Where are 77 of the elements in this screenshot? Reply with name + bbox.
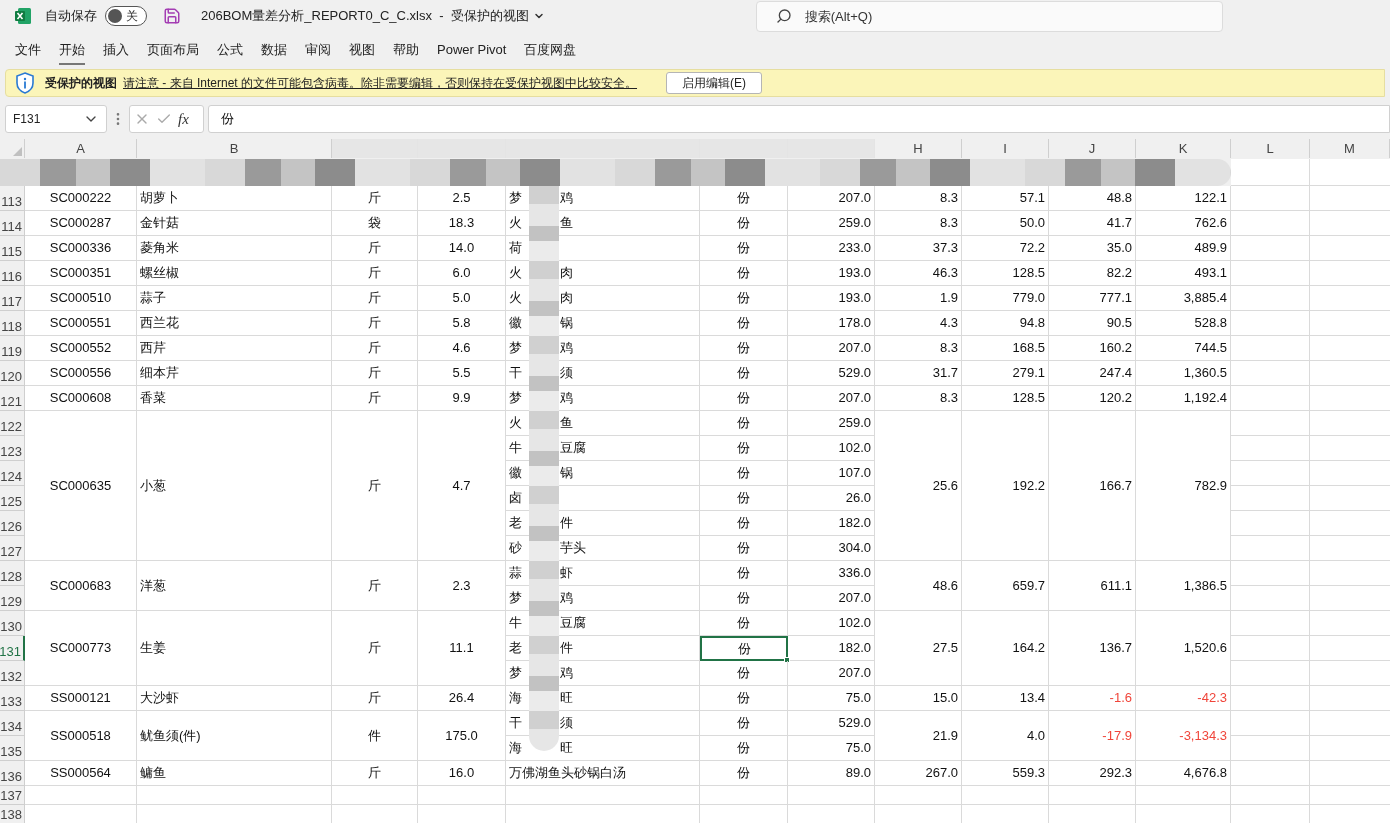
row-header: 116 (0, 261, 25, 286)
row-header: 126 (0, 511, 25, 536)
row-header: 114 (0, 211, 25, 236)
table-cell: 份 (700, 636, 788, 661)
ribbon-tab[interactable]: 百度网盘 (524, 40, 577, 65)
info-shield-icon (15, 72, 35, 94)
row-header: 131 (0, 636, 25, 661)
column-header[interactable]: A (25, 139, 137, 158)
table-cell: 26.0 (788, 486, 875, 511)
row-header: 137 (0, 786, 25, 805)
table-cell: 份 (700, 486, 788, 511)
ribbon-tab[interactable]: 插入 (103, 40, 129, 65)
table-cell: 102.0 (788, 611, 875, 636)
table-cell: 份 (700, 511, 788, 536)
ribbon-tab[interactable]: 审阅 (305, 40, 331, 65)
row-header: 118 (0, 311, 25, 336)
column-header[interactable]: H (875, 139, 962, 158)
column-header[interactable]: M (1310, 139, 1390, 158)
row-header: 130 (0, 611, 25, 636)
row-header: 123 (0, 436, 25, 461)
row-header: 132 (0, 661, 25, 686)
ribbon-tab[interactable]: 文件 (15, 40, 41, 65)
row-header: 134 (0, 711, 25, 736)
row-header: 124 (0, 461, 25, 486)
ribbon-tab[interactable]: 公式 (217, 40, 243, 65)
table-cell: 182.0 (788, 636, 875, 661)
row-header: 129 (0, 586, 25, 611)
column-header[interactable]: K (1136, 139, 1231, 158)
table-cell: 102.0 (788, 436, 875, 461)
ribbon-tab[interactable]: 开始 (59, 40, 85, 65)
table-cell: 份 (700, 711, 788, 736)
column-header[interactable]: L (1231, 139, 1310, 158)
table-cell: 336.0 (788, 561, 875, 586)
row-header: 115 (0, 236, 25, 261)
table-cell: 份 (700, 411, 788, 436)
row-header: 113 (0, 186, 25, 211)
search-icon (775, 7, 792, 24)
spreadsheet-app-icon (13, 7, 32, 25)
row-header: 128 (0, 561, 25, 586)
row-header: 136 (0, 761, 25, 786)
row-header: 119 (0, 336, 25, 361)
table-cell: 份 (700, 611, 788, 636)
insert-function-button[interactable]: fx (178, 107, 189, 131)
formula-input[interactable]: 份 (208, 105, 1390, 133)
ribbon-tab[interactable]: Power Pivot (437, 40, 507, 65)
fill-handle[interactable] (784, 657, 790, 663)
table-cell: 份 (700, 461, 788, 486)
column-header[interactable]: I (962, 139, 1049, 158)
ribbon-tab[interactable]: 视图 (349, 40, 375, 65)
protected-view-title: 受保护的视图 (45, 75, 117, 92)
autosave-label: 自动保存 (45, 7, 97, 26)
row-header: 135 (0, 736, 25, 761)
row-header: 138 (0, 805, 25, 823)
ribbon-tab[interactable]: 数据 (261, 40, 287, 65)
column-header[interactable]: J (1049, 139, 1136, 158)
ribbon-tab[interactable]: 页面布局 (147, 40, 199, 65)
ribbon-tab[interactable]: 帮助 (393, 40, 419, 65)
row-header: 122 (0, 411, 25, 436)
row-header: 133 (0, 686, 25, 711)
row-header: 125 (0, 486, 25, 511)
table-cell: 182.0 (788, 511, 875, 536)
table-cell: 259.0 (788, 411, 875, 436)
warning-link[interactable]: 请注意 - 来自 Internet 的文件可能包含病毒。除非需要编辑，否则保持在受保护视图中比较安全。 (123, 74, 638, 92)
save-icon[interactable] (163, 7, 181, 25)
row-header: 127 (0, 536, 25, 561)
row-header: 117 (0, 286, 25, 311)
enable-editing-button[interactable]: 启用编辑(E) (666, 72, 763, 94)
row-header: 120 (0, 361, 25, 386)
table-cell: 份 (700, 436, 788, 461)
name-box[interactable]: F131 (5, 105, 107, 133)
autosave-toggle[interactable]: 关 (105, 6, 147, 26)
table-cell: 107.0 (788, 461, 875, 486)
window-title: 206BOM量差分析_REPORT0_C_C.xlsx - 受保护的视图 (201, 7, 529, 26)
search-field[interactable]: 搜索(Alt+Q) (755, 0, 1223, 32)
table-cell: 529.0 (788, 711, 875, 736)
table-cell: 份 (700, 561, 788, 586)
row-header: 121 (0, 386, 25, 411)
